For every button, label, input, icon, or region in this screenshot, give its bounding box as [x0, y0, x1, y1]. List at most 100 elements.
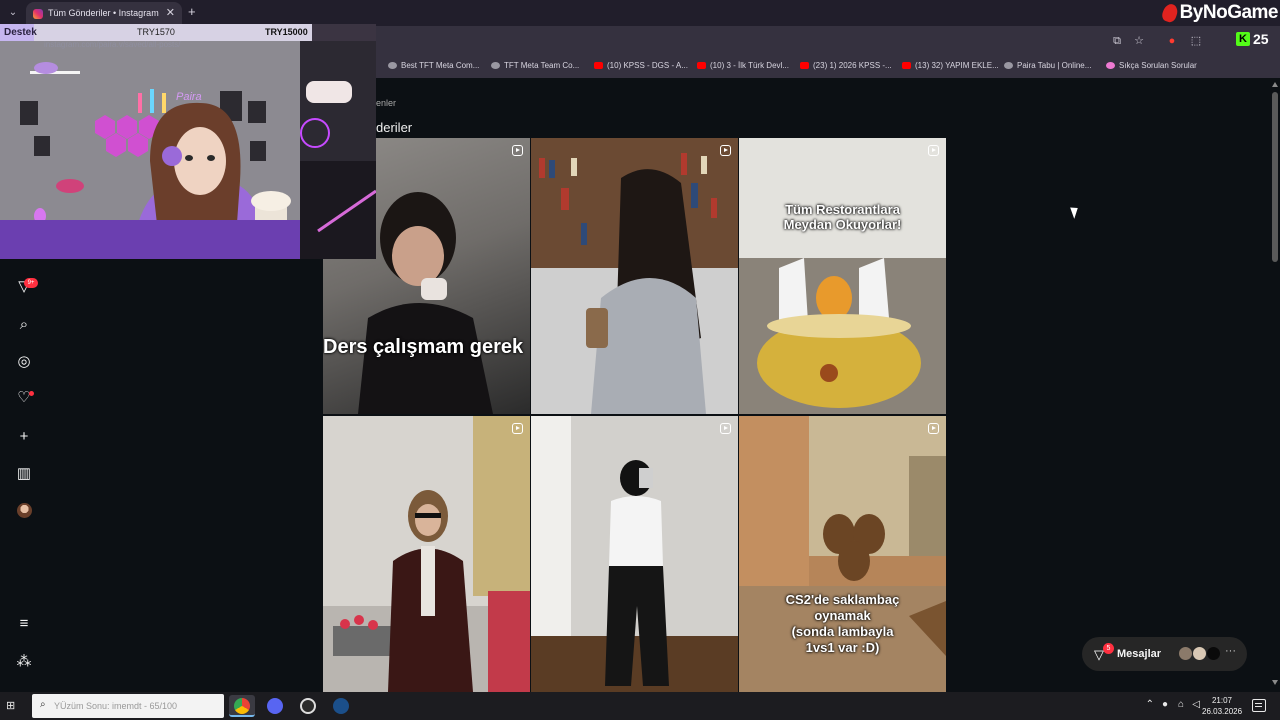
reel-icon — [720, 423, 731, 434]
bookmark-item[interactable]: (10) 3 - İlk Türk Devl... — [697, 61, 789, 70]
taskbar-clock[interactable]: 21:07 26.03.2026 — [1202, 695, 1242, 717]
overlay-floor — [0, 220, 300, 259]
profile-avatar[interactable] — [17, 503, 32, 518]
tab-title: Tüm Gönderiler • Instagram — [48, 8, 159, 18]
explore-icon[interactable]: ◎ — [15, 353, 33, 371]
taskbar-search-text: YÜzüm Sonu: imemdt - 65/100 — [54, 701, 178, 711]
notification-badge: 9+ — [24, 278, 38, 288]
bookmark-item[interactable]: (13) 32) YAPIM EKLE... — [902, 61, 999, 70]
post-thumbnail[interactable]: Tüm Restorantlara Meydan Okuyorlar! — [739, 138, 946, 414]
bookmark-item[interactable]: Paira Tabu | Online... — [1004, 61, 1091, 70]
pink-icon — [1106, 62, 1115, 69]
kick-extension[interactable]: K 25 — [1236, 27, 1278, 51]
discord-taskbar-app[interactable] — [262, 695, 288, 717]
browser-tab-instagram[interactable]: Tüm Gönderiler • Instagram ✕ — [26, 2, 182, 26]
network-icon[interactable]: ⌂ — [1178, 699, 1184, 710]
reel-icon — [720, 145, 731, 156]
post-thumbnail[interactable] — [531, 138, 738, 414]
windows-start-icon[interactable]: ⊞ — [6, 699, 20, 713]
activity-dot — [29, 391, 34, 396]
globe-icon — [1004, 62, 1013, 69]
extensions-puzzle-icon[interactable]: ⬚ — [1189, 34, 1203, 48]
messages-badge: 5 — [1103, 643, 1114, 654]
reel-icon — [512, 145, 523, 156]
steam-icon — [333, 698, 349, 714]
bookmark-item[interactable]: TFT Meta Team Co... — [491, 61, 579, 70]
taskbar-search[interactable]: ⌕ YÜzüm Sonu: imemdt - 65/100 — [32, 694, 224, 718]
post-thumbnail[interactable]: CS2'de saklambaç oynamak (sonda lambayla… — [739, 416, 946, 692]
page-scrollbar[interactable] — [1270, 78, 1280, 692]
clock-date: 26.03.2026 — [1202, 707, 1243, 716]
bookmark-item[interactable]: Best TFT Meta Com... — [388, 61, 479, 70]
neon-sign: Paira — [176, 91, 202, 103]
url-fragment: instagram.com/paira.v/saved/all-posts/ — [44, 40, 181, 49]
bookmark-item[interactable]: Sıkça Sorulan Sorular — [1106, 61, 1197, 70]
create-plus-icon[interactable]: + — [15, 428, 33, 446]
post-image — [323, 416, 530, 692]
steam-taskbar-app[interactable] — [328, 695, 354, 717]
avatar — [1192, 646, 1207, 661]
support-label: Destek — [0, 24, 37, 41]
youtube-icon — [902, 62, 911, 69]
kick-count: 25 — [1253, 31, 1269, 47]
tray-chevron-icon[interactable]: ⌃ — [1146, 699, 1154, 710]
messages-label: Mesajlar — [1117, 648, 1162, 660]
post-thumbnail[interactable] — [323, 416, 530, 692]
page-title: deriler — [376, 120, 413, 135]
tft-icon — [388, 62, 397, 69]
post-thumbnail[interactable] — [531, 416, 738, 692]
apps-icon[interactable]: ⁂ — [15, 653, 33, 671]
reel-icon — [512, 423, 523, 434]
menu-hamburger-icon[interactable]: ≡ — [15, 615, 33, 633]
youtube-icon — [594, 62, 603, 69]
bynogame-flame-icon — [1159, 2, 1180, 24]
clock-time: 21:07 — [1211, 696, 1233, 705]
more-icon: ··· — [1225, 645, 1236, 657]
post-caption: Ders çalışmam gerek — [323, 336, 524, 358]
search-icon[interactable]: ⌕ — [15, 316, 33, 334]
volume-icon[interactable]: ◁ — [1192, 699, 1200, 710]
notification-center-icon[interactable] — [1252, 699, 1266, 712]
new-tab-button[interactable]: + — [188, 4, 196, 19]
youtube-icon — [800, 62, 809, 69]
bynogame-logo: ByNoGame — [1159, 0, 1279, 26]
goal-current: TRY1570 — [137, 27, 175, 37]
tft-shield-icon — [491, 62, 500, 69]
reel-icon — [928, 423, 939, 434]
chrome-taskbar-app[interactable] — [229, 695, 255, 717]
install-app-icon[interactable]: ⧉ — [1110, 34, 1124, 48]
bookmark-item[interactable]: (23) 1) 2026 KPSS -... — [800, 61, 892, 70]
microphone-icon[interactable]: ● — [1162, 699, 1168, 710]
browser-tab-strip: ⌄ Tüm Gönderiler • Instagram ✕ + ByNoGam… — [0, 0, 1280, 26]
youtube-icon — [697, 62, 706, 69]
scroll-up-arrow-icon[interactable] — [1272, 82, 1278, 87]
post-image — [739, 138, 946, 414]
scroll-down-arrow-icon[interactable] — [1272, 680, 1278, 685]
avatar — [1178, 646, 1193, 661]
obs-icon — [300, 698, 316, 714]
toolbar-actions: ⧉ ☆ ● ⬚ K 25 — [1110, 26, 1280, 56]
obs-taskbar-app[interactable] — [295, 695, 321, 717]
chrome-icon — [234, 698, 250, 714]
post-image — [531, 416, 738, 692]
bookmark-star-icon[interactable]: ☆ — [1132, 34, 1146, 48]
messages-button[interactable]: ▽ 5 Mesajlar ··· — [1082, 637, 1247, 671]
extension-red-icon[interactable]: ● — [1165, 34, 1179, 48]
post-caption: Tüm Restorantlara Meydan Okuyorlar! — [783, 202, 902, 232]
post-caption: CS2'de saklambaç oynamak (sonda lambayla… — [785, 592, 900, 655]
dashboard-icon[interactable]: ▥ — [15, 465, 33, 483]
breadcrumb[interactable]: enler — [376, 98, 396, 108]
post-image — [531, 138, 738, 414]
kick-logo-icon: K — [1236, 32, 1250, 46]
search-icon: ⌕ — [40, 699, 46, 710]
tab-search-chevron-icon[interactable]: ⌄ — [4, 5, 22, 21]
stream-webcam-overlay: Paira Destek TRY1570 TRY15000 instagram.… — [0, 24, 376, 259]
tab-close-icon[interactable]: ✕ — [166, 6, 175, 19]
instagram-favicon-icon — [33, 9, 43, 19]
goal-target: TRY15000 — [265, 27, 308, 37]
bookmark-item[interactable]: (10) KPSS - DGS - A... — [594, 61, 688, 70]
windows-taskbar: ⊞ ⌕ YÜzüm Sonu: imemdt - 65/100 ⌃ ● ⌂ ◁ … — [0, 692, 1280, 720]
scroll-thumb[interactable] — [1272, 92, 1278, 262]
reel-icon — [928, 145, 939, 156]
discord-icon — [267, 698, 283, 714]
